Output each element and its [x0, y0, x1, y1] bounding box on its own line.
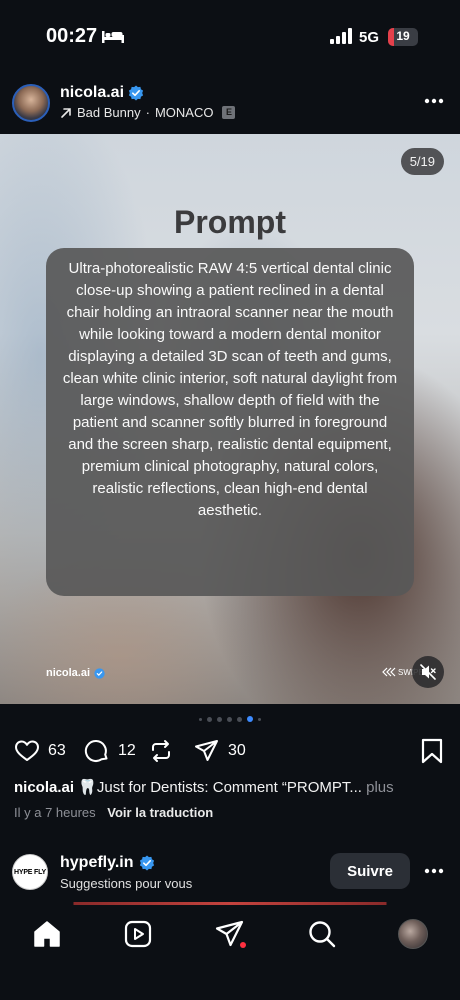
suggested-subtitle: Suggestions pour vous: [60, 876, 193, 891]
caption-text: 🦷Just for Dentists: Comment “PROMPT...: [78, 779, 362, 796]
search-icon[interactable]: [307, 919, 337, 949]
watermark-text: nicola.ai: [46, 667, 91, 679]
nav-profile-avatar[interactable]: [398, 919, 428, 949]
send-icon[interactable]: [194, 738, 220, 764]
comment-action[interactable]: 12: [84, 736, 136, 766]
suggested-account: HYPE FLY hypefly.in Suggestions pour vou…: [0, 846, 460, 902]
battery-icon: 19: [388, 28, 418, 46]
share-count[interactable]: 30: [228, 742, 246, 760]
status-time: 00:27: [46, 25, 98, 47]
post-meta: Il y a 7 heures Voir la traduction: [14, 805, 213, 820]
nav-home[interactable]: [32, 919, 62, 949]
slide-counter: 5/19: [400, 148, 444, 175]
nav-search[interactable]: [307, 919, 337, 949]
author-avatar[interactable]: [12, 84, 50, 122]
pager-dot-active: [247, 716, 253, 722]
caption-username[interactable]: nicola.ai: [14, 779, 74, 796]
post-media[interactable]: 5/19 Prompt Ultra-photorealistic RAW 4:5…: [0, 134, 460, 704]
mute-button[interactable]: [412, 656, 444, 688]
prompt-title: Prompt: [174, 204, 286, 240]
post-header: nicola.ai Bad Bunny · MONACO E: [0, 72, 460, 134]
speaker-muted-icon: [420, 664, 436, 680]
post-time-ago: Il y a 7 heures: [14, 805, 96, 820]
suggested-verified-icon: [139, 855, 155, 871]
carousel-pager: [0, 714, 460, 724]
author-username[interactable]: nicola.ai: [60, 84, 124, 102]
caption-more-link[interactable]: plus: [366, 779, 394, 796]
signal-icon: [330, 28, 352, 44]
pager-dot: [217, 716, 222, 722]
pager-dot: [227, 716, 232, 722]
swipe-chevrons-icon: [382, 667, 396, 677]
media-watermark: nicola.ai: [46, 667, 105, 679]
verified-badge-icon: [128, 85, 144, 101]
subline-separator: ·: [145, 105, 150, 120]
location-name[interactable]: MONACO: [155, 105, 214, 120]
suggestion-more-icon[interactable]: [424, 868, 444, 874]
suggested-username[interactable]: hypefly.in: [60, 854, 134, 872]
pager-dot: [207, 716, 212, 722]
like-count[interactable]: 63: [48, 742, 66, 760]
nav-reels[interactable]: [123, 919, 153, 949]
heart-icon[interactable]: [14, 738, 40, 764]
more-options-icon[interactable]: [424, 98, 444, 104]
pager-dot: [258, 717, 261, 721]
pager-dot: [199, 717, 202, 721]
notification-dot: [240, 942, 246, 948]
repost-action[interactable]: [148, 736, 174, 766]
network-type: 5G: [359, 29, 380, 46]
bottom-nav: [0, 905, 460, 1000]
prompt-text: Ultra-photorealistic RAW 4:5 vertical de…: [62, 260, 398, 519]
see-translation-link[interactable]: Voir la traduction: [107, 805, 213, 820]
audio-name[interactable]: Bad Bunny: [77, 105, 141, 120]
battery-percent: 19: [396, 29, 410, 43]
post-caption[interactable]: nicola.ai 🦷Just for Dentists: Comment “P…: [14, 778, 454, 796]
watermark-verified-icon: [94, 667, 105, 679]
status-bar: 00:27 5G 19: [0, 0, 460, 72]
bookmark-icon[interactable]: [420, 738, 444, 764]
arrow-up-right-icon: [61, 107, 71, 118]
prompt-box: Ultra-photorealistic RAW 4:5 vertical de…: [46, 248, 414, 596]
reels-icon[interactable]: [123, 919, 153, 949]
share-action[interactable]: 30: [194, 736, 246, 766]
pager-dot: [237, 716, 242, 722]
comment-count[interactable]: 12: [118, 742, 136, 760]
suggested-logo-text: HYPE FLY: [14, 868, 46, 876]
like-action[interactable]: 63: [14, 736, 66, 766]
action-bar: 63 12 30: [0, 736, 460, 768]
bed-icon: [102, 31, 124, 43]
repost-icon[interactable]: [148, 738, 174, 764]
explicit-badge: E: [222, 106, 236, 119]
post-subline[interactable]: Bad Bunny · MONACO E: [60, 105, 236, 120]
suggested-avatar[interactable]: HYPE FLY: [12, 854, 48, 890]
comment-icon[interactable]: [84, 738, 110, 764]
follow-button[interactable]: Suivre: [330, 853, 410, 889]
home-icon[interactable]: [32, 919, 62, 949]
